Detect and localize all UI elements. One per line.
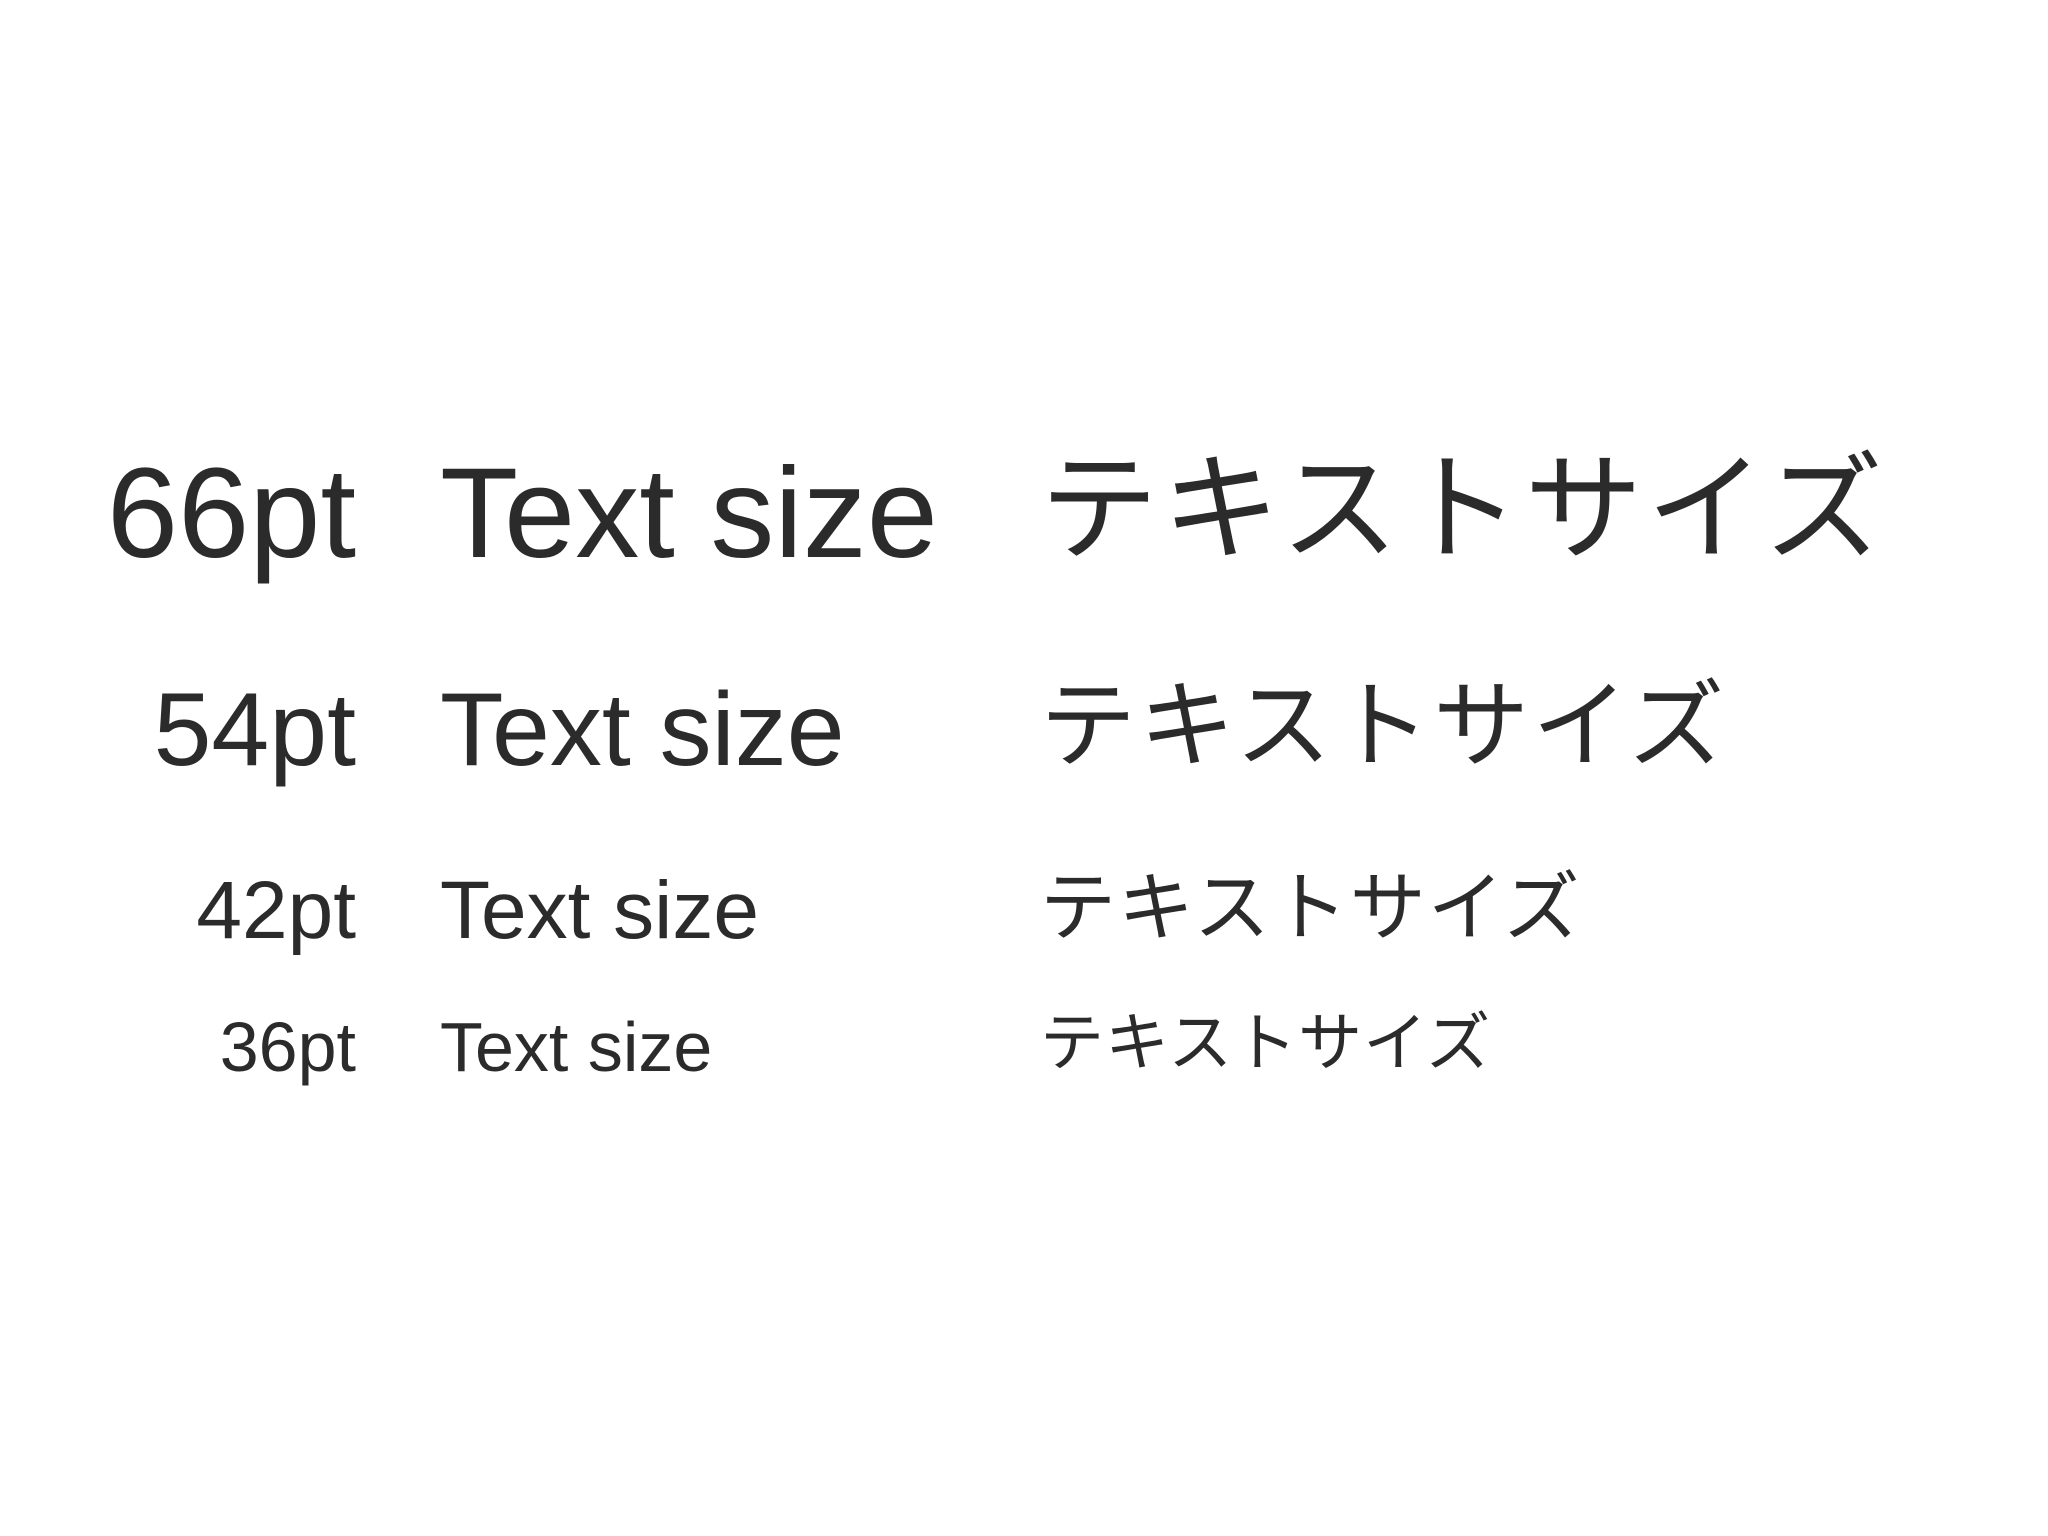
size-label: 54pt xyxy=(153,672,356,788)
japanese-sample-text: テキストサイズ xyxy=(1040,670,1728,782)
japanese-sample-text: テキストサイズ xyxy=(1040,863,1582,952)
size-label: 36pt xyxy=(219,1008,356,1086)
latin-sample-text: Text size xyxy=(440,1008,713,1086)
size-label: 66pt xyxy=(106,442,356,585)
latin-sample-text: Text size xyxy=(440,442,938,585)
size-label: 42pt xyxy=(196,865,356,956)
japanese-sample-text: テキストサイズ xyxy=(1040,440,1887,578)
latin-sample-text: Text size xyxy=(440,865,759,956)
text-size-sample-page: 66pt Text size テキストサイズ 54pt Text size テキ… xyxy=(0,0,2048,1536)
latin-sample-text: Text size xyxy=(440,672,845,788)
japanese-sample-text: テキストサイズ xyxy=(1040,1007,1492,1081)
